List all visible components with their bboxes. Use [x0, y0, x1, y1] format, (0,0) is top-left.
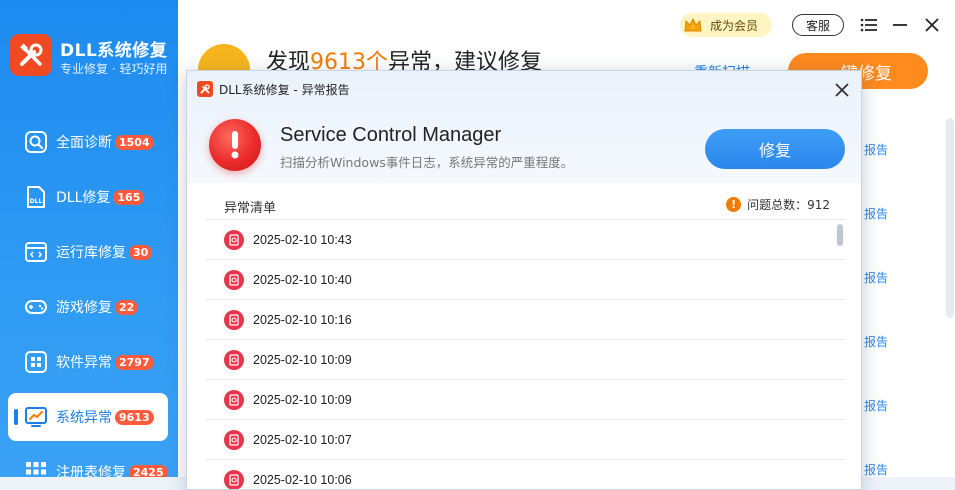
vip-label: 成为会员 [710, 18, 759, 33]
report-link[interactable]: 报告 [864, 333, 888, 350]
event-log-icon [224, 229, 244, 250]
anomaly-list[interactable]: 2025-02-10 10:43 2025-02-10 10:40 2025-0… [205, 219, 845, 489]
event-timestamp: 2025-02-10 10:07 [253, 432, 352, 447]
count-badge: 9613 [115, 409, 154, 425]
info-icon: ! [726, 197, 742, 212]
monitor-chart-icon [24, 405, 48, 429]
repair-button[interactable]: 修复 [705, 129, 845, 169]
event-log-icon [224, 429, 244, 450]
count-badge: 1504 [115, 134, 154, 150]
gamepad-icon [24, 295, 48, 319]
sidebar-item-label: 全面诊断 [56, 135, 112, 151]
close-icon [835, 83, 849, 97]
app-subtitle: 专业修复 · 轻巧好用 [60, 62, 168, 76]
list-item[interactable]: 2025-02-10 10:09 [205, 380, 845, 420]
sidebar-item-runtime-repair[interactable]: 运行库修复 30 [8, 228, 168, 276]
dll-file-icon: DLL [24, 185, 48, 209]
list-item[interactable]: 2025-02-10 10:06 [205, 460, 845, 489]
event-log-icon [224, 469, 244, 489]
sidebar-item-label: 游戏修复 [56, 300, 112, 316]
event-timestamp: 2025-02-10 10:40 [253, 272, 352, 287]
sidebar-item-system-anomaly[interactable]: 系统异常 9613 [8, 393, 168, 441]
list-item[interactable]: 2025-02-10 10:07 [205, 420, 845, 460]
event-log-icon [224, 269, 244, 290]
error-alert-icon [209, 119, 261, 171]
close-window-button[interactable] [921, 14, 943, 36]
issue-count-label: 问题总数：912 [747, 198, 830, 212]
count-badge: 30 [129, 244, 153, 260]
service-name: Service Control Manager [280, 124, 502, 146]
list-item[interactable]: 2025-02-10 10:16 [205, 300, 845, 340]
sidebar-item-label: DLL修复 [56, 190, 111, 206]
sidebar-item-full-scan[interactable]: 全面诊断 1504 [8, 118, 168, 166]
crown-icon [682, 14, 704, 36]
app-logo [10, 34, 52, 76]
dialog-title: DLL系统修复 - 异常报告 [219, 82, 350, 97]
service-description: 扫描分析Windows事件日志，系统异常的严重程度。 [280, 155, 574, 170]
event-log-icon [224, 349, 244, 370]
sidebar-item-label: 系统异常 [56, 410, 112, 426]
count-badge: 22 [115, 299, 139, 315]
wrench-screwdriver-icon [200, 84, 210, 94]
sidebar-item-software-anomaly[interactable]: 软件异常 2797 [8, 338, 168, 386]
list-scrollbar[interactable] [837, 224, 843, 246]
app-title: DLL系统修复 [60, 41, 168, 61]
wrench-screwdriver-icon [20, 43, 43, 66]
anomaly-report-dialog: DLL系统修复 - 异常报告 Service Control Manager 扫… [186, 70, 862, 490]
report-link[interactable]: 报告 [864, 397, 888, 414]
sidebar-item-label: 运行库修复 [56, 245, 126, 261]
report-link[interactable]: 报告 [864, 461, 888, 478]
menu-button[interactable] [858, 14, 880, 36]
anomaly-list-label: 异常清单 [224, 201, 277, 216]
background-scrollbar[interactable] [946, 118, 954, 318]
sidebar: DLL系统修复 专业修复 · 轻巧好用 全面诊断 1504 DLL DLL修复 … [0, 0, 178, 477]
list-item[interactable]: 2025-02-10 10:43 [205, 220, 845, 260]
event-timestamp: 2025-02-10 10:09 [253, 352, 352, 367]
app-logo-small [197, 81, 213, 97]
report-link[interactable]: 报告 [864, 205, 888, 222]
event-timestamp: 2025-02-10 10:43 [253, 232, 352, 247]
svg-text:DLL: DLL [30, 198, 43, 205]
event-log-icon [224, 309, 244, 330]
minimize-icon [893, 24, 907, 26]
count-badge: 165 [113, 189, 145, 205]
registry-grid-icon [24, 460, 48, 477]
count-badge: 2425 [129, 464, 168, 477]
count-badge: 2797 [115, 354, 154, 370]
sidebar-item-label: 注册表修复 [56, 465, 126, 477]
report-link[interactable]: 报告 [864, 269, 888, 286]
event-log-icon [224, 389, 244, 410]
sidebar-item-label: 软件异常 [56, 355, 112, 371]
issue-count: ! 问题总数：912 [726, 196, 830, 213]
vip-button[interactable]: 成为会员 [680, 13, 772, 37]
list-item[interactable]: 2025-02-10 10:40 [205, 260, 845, 300]
event-timestamp: 2025-02-10 10:09 [253, 392, 352, 407]
event-timestamp: 2025-02-10 10:16 [253, 312, 352, 327]
apps-grid-icon [24, 350, 48, 374]
sidebar-item-game-repair[interactable]: 游戏修复 22 [8, 283, 168, 331]
customer-service-button[interactable]: 客服 [792, 14, 844, 36]
code-window-icon [24, 240, 48, 264]
report-link[interactable]: 报告 [864, 141, 888, 158]
dialog-titlebar: DLL系统修复 - 异常报告 [187, 71, 861, 107]
list-item[interactable]: 2025-02-10 10:09 [205, 340, 845, 380]
search-icon [24, 130, 48, 154]
sidebar-item-registry-repair[interactable]: 注册表修复 2425 [8, 448, 168, 477]
event-timestamp: 2025-02-10 10:06 [253, 472, 352, 487]
menu-icon [860, 18, 877, 32]
close-icon [925, 18, 939, 32]
sidebar-item-dll-repair[interactable]: DLL DLL修复 165 [8, 173, 168, 221]
active-indicator [14, 409, 18, 425]
minimize-button[interactable] [889, 14, 911, 36]
dialog-close-button[interactable] [831, 79, 853, 101]
